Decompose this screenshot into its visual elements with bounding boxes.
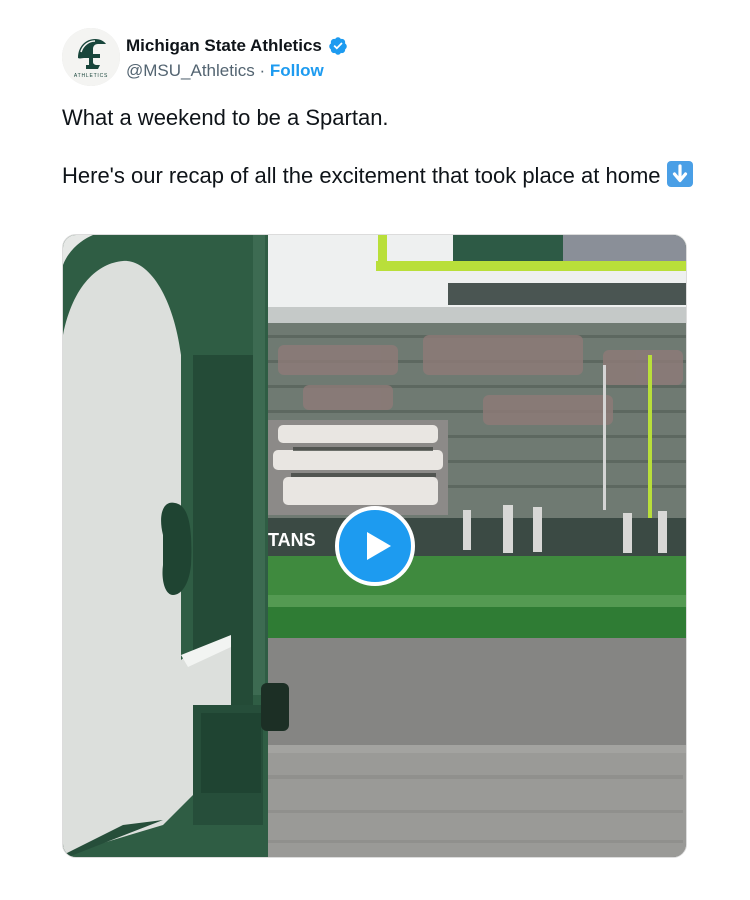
down-arrow-emoji-icon <box>666 161 693 187</box>
svg-text:TANS: TANS <box>268 530 316 550</box>
follow-button[interactable]: Follow <box>270 61 324 80</box>
author-name-row: Michigan State Athletics <box>126 36 348 56</box>
author-handle[interactable]: @MSU_Athletics <box>126 61 255 80</box>
separator-dot: · <box>259 61 266 80</box>
author-handle-row: @MSU_Athletics · Follow <box>126 61 324 81</box>
avatar[interactable]: ATHLETICS <box>62 28 120 86</box>
spartan-logo-icon: ATHLETICS <box>62 28 120 86</box>
svg-text:ATHLETICS: ATHLETICS <box>74 73 108 79</box>
tweet-line-2-text: Here's our recap of all the excitement t… <box>62 163 661 188</box>
verified-badge-icon <box>328 36 348 56</box>
play-icon <box>367 532 391 560</box>
play-button[interactable] <box>335 506 415 586</box>
video-player[interactable]: TANS <box>62 234 687 858</box>
tweet-text: What a weekend to be a Spartan. Here's o… <box>62 103 702 190</box>
author-name[interactable]: Michigan State Athletics <box>126 36 322 56</box>
tweet-line-1: What a weekend to be a Spartan. <box>62 105 389 130</box>
tweet-line-2: Here's our recap of all the excitement t… <box>62 161 702 190</box>
